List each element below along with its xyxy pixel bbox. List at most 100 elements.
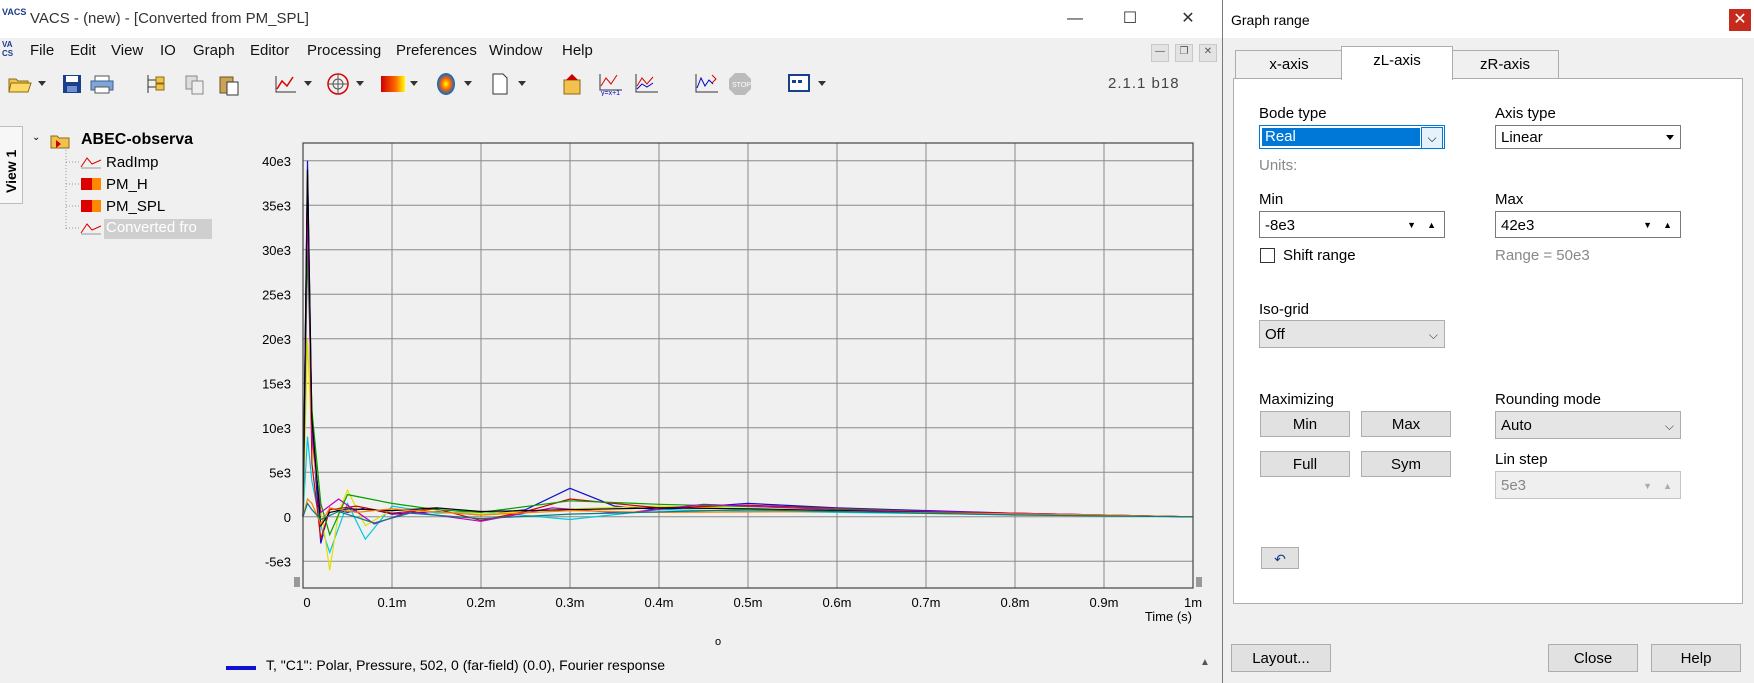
map-item-icon bbox=[81, 178, 101, 190]
menu-view[interactable]: View bbox=[111, 42, 143, 59]
menu-editor[interactable]: Editor bbox=[250, 42, 289, 59]
min-input[interactable]: -8e3 ▼ ▲ bbox=[1259, 211, 1445, 238]
spin-down-icon[interactable]: ▼ bbox=[1407, 212, 1416, 239]
balloon-plot-icon[interactable] bbox=[434, 72, 458, 96]
tab-zr-axis[interactable]: zR-axis bbox=[1451, 50, 1559, 79]
tree-item-radimp[interactable]: RadImp bbox=[106, 154, 159, 171]
x-tick-label: 0 bbox=[303, 595, 310, 610]
spin-up-icon: ▲ bbox=[1663, 481, 1672, 491]
menu-window[interactable]: Window bbox=[489, 42, 542, 59]
app-logo: VACS bbox=[2, 7, 27, 17]
full-button[interactable]: Full bbox=[1260, 451, 1350, 477]
print-icon[interactable] bbox=[90, 74, 114, 94]
rounding-mode-label: Rounding mode bbox=[1495, 391, 1601, 408]
balloon-dropdown-icon[interactable] bbox=[464, 81, 472, 86]
line-graph-dropdown-icon[interactable] bbox=[304, 81, 312, 86]
layout-button[interactable]: Layout... bbox=[1231, 644, 1331, 672]
min-value: -8e3 bbox=[1265, 217, 1296, 234]
tree-view-icon[interactable] bbox=[144, 72, 168, 96]
menu-help[interactable]: Help bbox=[562, 42, 593, 59]
new-document-icon[interactable] bbox=[490, 73, 510, 95]
x-axis-ticks: 0 0.1m 0.2m 0.3m 0.4m 0.5m 0.6m 0.7m 0.8m 0.9m 1m bbox=[303, 595, 1202, 610]
document-dropdown-icon[interactable] bbox=[518, 81, 526, 86]
menu-preferences[interactable]: Preferences bbox=[396, 42, 477, 59]
polar-graph-icon[interactable] bbox=[326, 72, 350, 96]
overlay-graph-icon[interactable] bbox=[634, 72, 660, 96]
close-window-button[interactable]: ✕ bbox=[1168, 6, 1208, 32]
max-button[interactable]: Max bbox=[1361, 411, 1451, 437]
export-icon[interactable] bbox=[562, 72, 588, 96]
contour-dropdown-icon[interactable] bbox=[410, 81, 418, 86]
max-input[interactable]: 42e3 ▼ ▲ bbox=[1495, 211, 1681, 238]
paste-icon[interactable] bbox=[218, 74, 240, 96]
view-tab-label: View 1 bbox=[3, 149, 19, 193]
menu-graph[interactable]: Graph bbox=[193, 42, 235, 59]
polar-dropdown-icon[interactable] bbox=[356, 81, 364, 86]
mdi-close-icon[interactable]: ✕ bbox=[1199, 44, 1217, 62]
dropdown-arrow-icon bbox=[1666, 135, 1674, 140]
menu-bar: VA CS File Edit View IO Graph Editor Proc… bbox=[0, 38, 1222, 62]
scroll-up-icon[interactable]: ▲ bbox=[1200, 657, 1210, 668]
menu-processing[interactable]: Processing bbox=[307, 42, 381, 59]
bode-type-select[interactable]: Real ⌵ bbox=[1259, 125, 1445, 149]
undo-button[interactable]: ↶ bbox=[1261, 547, 1299, 569]
step-graph-icon[interactable] bbox=[694, 72, 720, 96]
collapse-chevron-icon[interactable]: ⌄ bbox=[32, 133, 42, 143]
spin-up-icon[interactable]: ▲ bbox=[1427, 212, 1436, 239]
menu-file[interactable]: File bbox=[30, 42, 54, 59]
chevron-down-icon: ⌵ bbox=[1428, 328, 1438, 342]
y-tick-label: 20e3 bbox=[262, 332, 291, 347]
mdi-minimize-icon[interactable]: — bbox=[1151, 44, 1169, 62]
mdi-restore-icon[interactable]: ❐ bbox=[1175, 44, 1193, 62]
copy-icon[interactable] bbox=[184, 74, 206, 96]
x-axis-label: Time (s) bbox=[1145, 609, 1192, 624]
svg-text:y=x+1: y=x+1 bbox=[601, 90, 620, 96]
view-tab[interactable]: View 1 bbox=[0, 126, 23, 204]
x-tick-label: 0.4m bbox=[645, 595, 674, 610]
lin-step-input[interactable]: 5e3 ▼ ▲ bbox=[1495, 471, 1681, 499]
lin-step-label: Lin step bbox=[1495, 451, 1548, 468]
close-button[interactable]: Close bbox=[1548, 644, 1638, 672]
dialog-title: Graph range bbox=[1231, 12, 1310, 28]
time-response-chart[interactable]: 40e3 35e3 30e3 25e3 20e3 15e3 10e3 5e3 0 -5e3 0 0.… bbox=[230, 130, 1210, 630]
maximize-button[interactable]: ☐ bbox=[1110, 6, 1150, 32]
shift-range-checkbox[interactable] bbox=[1260, 248, 1275, 263]
open-dropdown-icon[interactable] bbox=[38, 81, 46, 86]
axis-type-select[interactable]: Linear bbox=[1495, 125, 1681, 149]
menu-io[interactable]: IO bbox=[160, 42, 176, 59]
iso-grid-value: Off bbox=[1265, 326, 1285, 343]
tab-zl-axis[interactable]: zL-axis bbox=[1341, 46, 1453, 80]
layout-dropdown-icon[interactable] bbox=[818, 81, 826, 86]
rounding-mode-select[interactable]: Auto ⌵ bbox=[1495, 411, 1681, 439]
window-layout-icon[interactable] bbox=[788, 73, 810, 93]
x-range-handle-left[interactable] bbox=[294, 577, 300, 587]
spin-up-icon[interactable]: ▲ bbox=[1663, 212, 1672, 239]
tab-x-axis[interactable]: x-axis bbox=[1235, 50, 1343, 79]
save-icon[interactable] bbox=[62, 74, 82, 94]
x-tick-label: 0.3m bbox=[556, 595, 585, 610]
menu-edit[interactable]: Edit bbox=[70, 42, 96, 59]
dialog-close-button[interactable]: ✕ bbox=[1729, 9, 1751, 31]
maximizing-label: Maximizing bbox=[1259, 391, 1335, 408]
tree-item-pm-spl[interactable]: PM_SPL bbox=[106, 198, 165, 215]
min-button[interactable]: Min bbox=[1260, 411, 1350, 437]
sym-button[interactable]: Sym bbox=[1361, 451, 1451, 477]
contour-map-icon[interactable] bbox=[380, 74, 406, 94]
y-tick-label: 15e3 bbox=[262, 376, 291, 391]
formula-graph-icon[interactable]: y=x+1 bbox=[598, 72, 624, 96]
minimize-button[interactable]: — bbox=[1055, 6, 1095, 32]
help-button[interactable]: Help bbox=[1651, 644, 1741, 672]
iso-grid-select[interactable]: Off ⌵ bbox=[1259, 320, 1445, 348]
legend-swatch bbox=[226, 666, 256, 670]
tree-root[interactable]: ABEC-observa bbox=[81, 131, 193, 149]
stop-icon[interactable]: STOP bbox=[728, 72, 752, 96]
line-graph-icon[interactable] bbox=[274, 74, 298, 94]
doc-icon[interactable]: VA CS bbox=[2, 40, 22, 60]
y-tick-label: 40e3 bbox=[262, 154, 291, 169]
tree-item-converted[interactable]: Converted fro bbox=[104, 219, 212, 239]
x-range-handle-right[interactable] bbox=[1196, 577, 1202, 587]
tree-item-pm-h[interactable]: PM_H bbox=[106, 176, 148, 193]
x-tick-label: 0.1m bbox=[378, 595, 407, 610]
spin-down-icon[interactable]: ▼ bbox=[1643, 212, 1652, 239]
open-folder-icon[interactable] bbox=[8, 74, 32, 94]
